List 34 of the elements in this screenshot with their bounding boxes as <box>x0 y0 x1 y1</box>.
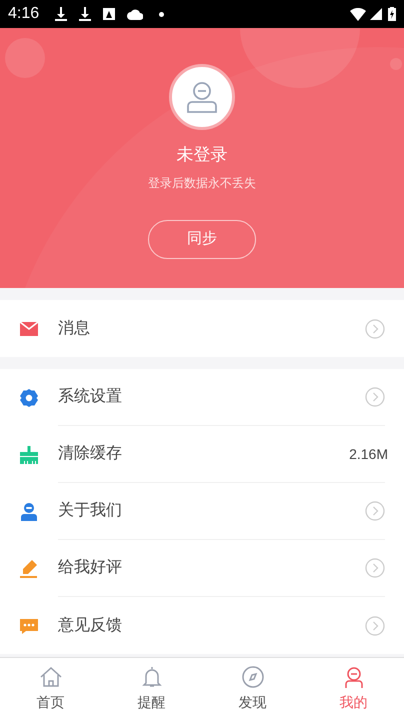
cache-size: 2.16M <box>349 444 388 464</box>
menu-label: 系统设置 <box>58 386 123 407</box>
download-icon <box>55 7 68 21</box>
status-time: 4:16 <box>8 4 40 24</box>
menu-label: 关于我们 <box>58 500 123 521</box>
broom-icon <box>19 444 39 464</box>
download-icon <box>79 7 92 21</box>
battery-icon <box>388 7 396 21</box>
login-hint: 登录后数据永不丢失 <box>148 174 256 192</box>
menu-label: 消息 <box>58 318 91 338</box>
chevron-right-icon <box>365 318 385 338</box>
tab[interactable]: 提醒 <box>101 658 202 720</box>
menu-label: 清除缓存 <box>58 444 123 464</box>
image-icon <box>103 8 116 20</box>
home-icon <box>38 665 62 689</box>
tab[interactable]: 首页 <box>0 658 101 720</box>
login-status: 未登录 <box>176 144 228 166</box>
menu-label: 意见反馈 <box>58 616 123 636</box>
dot-icon <box>159 12 164 16</box>
chevron-right-icon <box>365 558 385 578</box>
chevron-right-icon <box>365 387 385 407</box>
user-icon <box>185 80 219 114</box>
settings-icon <box>19 388 39 408</box>
user-icon <box>19 502 39 522</box>
compass-icon <box>240 665 264 689</box>
chevron-right-icon <box>365 501 385 521</box>
menu-label: 给我好评 <box>58 558 123 578</box>
cloud-icon <box>127 8 144 20</box>
pencil-icon <box>19 558 39 578</box>
chevron-right-icon <box>365 616 385 636</box>
tab[interactable]: 发现 <box>202 658 303 720</box>
wifi-icon <box>350 8 366 20</box>
bell-icon <box>140 665 164 689</box>
signal-icon <box>370 8 382 20</box>
